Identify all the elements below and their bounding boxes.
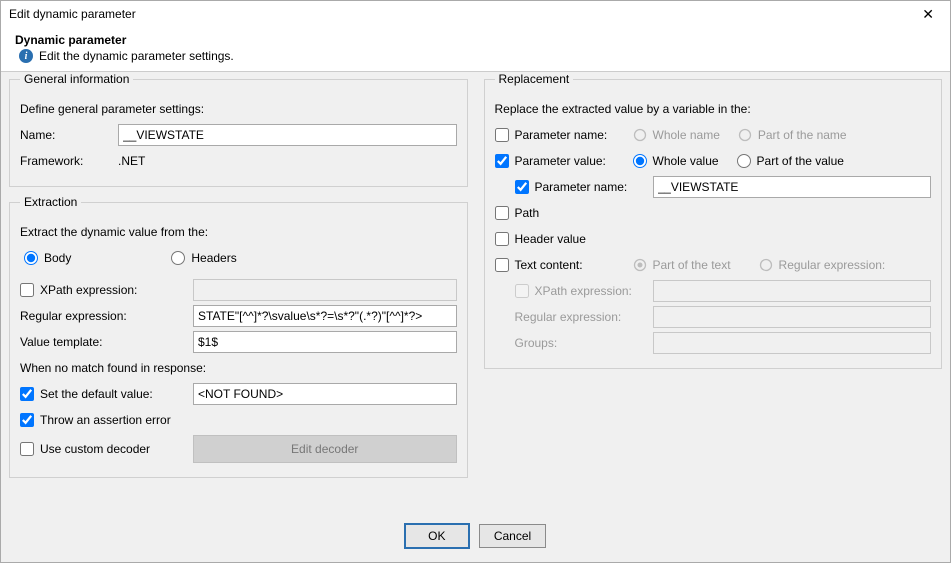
default-input[interactable] [193,383,457,405]
xpath-checkbox[interactable]: XPath expression: [20,283,185,297]
pvalue-part-radio[interactable]: Part of the value [737,154,844,168]
pvalue-pname-input[interactable] [653,176,932,198]
radio-disabled-icon [738,128,752,142]
extraction-intro: Extract the dynamic value from the: [20,225,208,239]
replacement-intro: Replace the extracted value by a variabl… [495,102,751,116]
ok-button[interactable]: OK [405,524,469,548]
content-area: General information Define general param… [1,72,950,512]
general-fieldset: General information Define general param… [9,72,468,187]
body-radio-label: Body [44,251,71,265]
regex-input[interactable] [193,305,457,327]
assert-checkbox[interactable]: Throw an assertion error [20,413,171,427]
header-label: Header value [515,232,586,246]
pvalue-pname-checkbox[interactable]: Parameter name: [515,180,645,194]
pname-whole-label: Whole name [653,128,720,142]
dialog-header: Dynamic parameter i Edit the dynamic par… [1,27,950,72]
text-regex-input [653,306,932,328]
path-label: Path [515,206,540,220]
header-subtitle: Edit the dynamic parameter settings. [39,49,234,63]
header-checkbox[interactable]: Header value [495,232,586,246]
text-label: Text content: [515,258,583,272]
info-icon: i [19,49,33,63]
text-checkbox-input[interactable] [495,258,509,272]
valtpl-input[interactable] [193,331,457,353]
xpath-input [193,279,457,301]
pvalue-label: Parameter value: [515,154,606,168]
pvalue-whole-label: Whole value [653,154,719,168]
pname-part-radio: Part of the name [738,128,847,142]
text-regex-label: Regular expression: [515,310,645,324]
text-groups-input [653,332,932,354]
pvalue-whole-radio-input[interactable] [633,154,647,168]
xpath-label: XPath expression: [40,283,137,297]
left-column: General information Define general param… [1,72,476,512]
general-intro: Define general parameter settings: [20,102,204,116]
path-checkbox[interactable]: Path [495,206,540,220]
framework-value: .NET [118,154,145,168]
replacement-legend: Replacement [495,72,574,86]
assert-checkbox-input[interactable] [20,413,34,427]
text-regex-radio: Regular expression: [759,258,886,272]
pvalue-pname-label: Parameter name: [535,180,628,194]
pvalue-checkbox[interactable]: Parameter value: [495,154,625,168]
decoder-checkbox-input[interactable] [20,442,34,456]
cancel-button[interactable]: Cancel [479,524,546,548]
pname-label: Parameter name: [515,128,608,142]
radio-disabled-icon [633,128,647,142]
default-checkbox[interactable]: Set the default value: [20,387,185,401]
pvalue-checkbox-input[interactable] [495,154,509,168]
pvalue-whole-radio[interactable]: Whole value [633,154,719,168]
extraction-legend: Extraction [20,195,81,209]
dialog-window: Edit dynamic parameter ✕ Dynamic paramet… [0,0,951,563]
text-partof-label: Part of the text [653,258,731,272]
name-input[interactable] [118,124,457,146]
path-checkbox-input[interactable] [495,206,509,220]
headers-radio-input[interactable] [171,251,185,265]
assert-label: Throw an assertion error [40,413,171,427]
header-checkbox-input[interactable] [495,232,509,246]
body-radio[interactable]: Body [24,251,71,265]
pvalue-pname-checkbox-input[interactable] [515,180,529,194]
titlebar: Edit dynamic parameter ✕ [1,1,950,27]
pname-whole-radio: Whole name [633,128,720,142]
edit-decoder-button: Edit decoder [193,435,457,463]
default-checkbox-input[interactable] [20,387,34,401]
pname-checkbox-input[interactable] [495,128,509,142]
decoder-label: Use custom decoder [40,442,150,456]
decoder-checkbox[interactable]: Use custom decoder [20,442,185,456]
radio-disabled-icon [759,258,773,272]
body-radio-input[interactable] [24,251,38,265]
text-xpath-label: XPath expression: [535,284,632,298]
pname-checkbox[interactable]: Parameter name: [495,128,625,142]
text-xpath-chk: XPath expression: [515,284,645,298]
text-regex-radio-label: Regular expression: [779,258,886,272]
pvalue-part-label: Part of the value [757,154,844,168]
nomatch-label: When no match found in response: [20,361,206,375]
extraction-fieldset: Extraction Extract the dynamic value fro… [9,195,468,478]
general-legend: General information [20,72,133,86]
text-xpath-checkbox-input [515,284,529,298]
text-checkbox[interactable]: Text content: [495,258,625,272]
text-partof-radio: Part of the text [633,258,731,272]
replacement-fieldset: Replacement Replace the extracted value … [484,72,943,369]
radio-disabled-icon [633,258,647,272]
close-icon[interactable]: ✕ [916,7,940,21]
default-label: Set the default value: [40,387,153,401]
window-title: Edit dynamic parameter [9,7,136,21]
text-xpath-input [653,280,932,302]
right-column: Replacement Replace the extracted value … [476,72,951,512]
regex-label: Regular expression: [20,309,185,323]
framework-label: Framework: [20,154,110,168]
headers-radio-label: Headers [191,251,236,265]
pvalue-part-radio-input[interactable] [737,154,751,168]
text-groups-label: Groups: [515,336,645,350]
header-title: Dynamic parameter [15,33,936,47]
name-label: Name: [20,128,110,142]
pname-part-label: Part of the name [758,128,847,142]
valtpl-label: Value template: [20,335,185,349]
xpath-checkbox-input[interactable] [20,283,34,297]
dialog-footer: OK Cancel [1,512,950,562]
headers-radio[interactable]: Headers [171,251,236,265]
